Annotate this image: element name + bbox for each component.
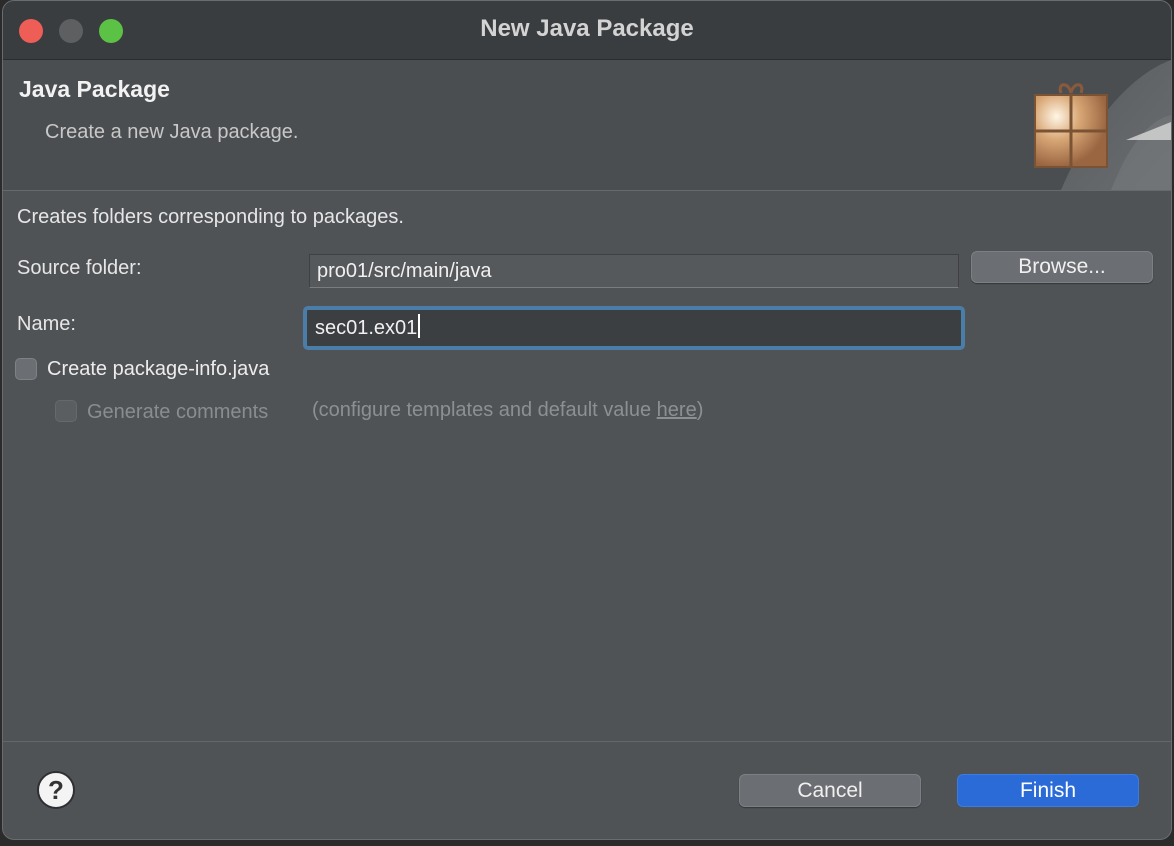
banner-description: Create a new Java package. (45, 121, 299, 143)
finish-button[interactable]: Finish (957, 774, 1139, 807)
configure-templates-hint: (configure templates and default value h… (312, 399, 703, 422)
form-description: Creates folders corresponding to package… (17, 206, 404, 228)
generate-comments-label: Generate comments (87, 401, 269, 423)
wizard-banner: Java Package Create a new Java package. (3, 60, 1171, 191)
source-folder-value: pro01/src/main/java (317, 260, 492, 282)
generate-comments-checkbox[interactable] (55, 400, 77, 422)
hint-prefix: (configure templates and default value (312, 399, 657, 421)
source-folder-input[interactable]: pro01/src/main/java (309, 254, 959, 288)
help-icon[interactable]: ? (37, 771, 75, 809)
browse-button[interactable]: Browse... (971, 251, 1153, 283)
title-bar: New Java Package (3, 1, 1171, 60)
source-folder-label: Source folder: (17, 257, 142, 279)
cancel-button[interactable]: Cancel (739, 774, 921, 807)
banner-title: Java Package (19, 76, 170, 102)
hint-suffix: ) (696, 399, 704, 421)
create-package-info-label[interactable]: Create package-info.java (47, 358, 269, 381)
package-name-input[interactable]: sec01.ex01 (303, 306, 965, 350)
create-package-info-checkbox[interactable] (15, 358, 37, 380)
window-title: New Java Package (480, 15, 694, 42)
configure-templates-link[interactable]: here (657, 399, 697, 421)
name-label: Name: (17, 313, 76, 335)
package-icon (1034, 60, 1171, 190)
text-caret (418, 314, 421, 338)
new-java-package-dialog: New Java Package Java Package Create a n… (2, 0, 1172, 840)
package-name-value: sec01.ex01 (315, 317, 418, 339)
footer-divider (3, 741, 1171, 742)
